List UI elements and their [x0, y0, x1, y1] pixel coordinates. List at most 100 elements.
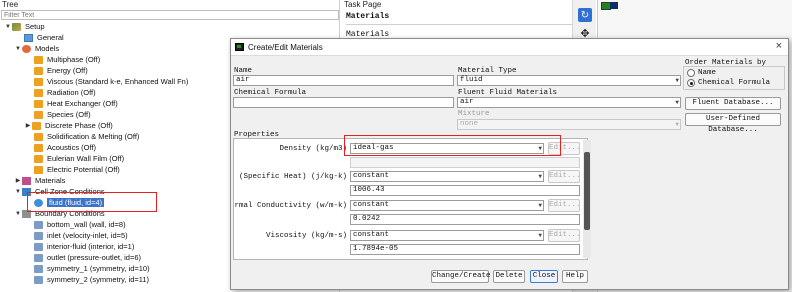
tree-item-model[interactable]: Electric Potential (Off)	[34, 164, 120, 175]
model-icon	[34, 110, 43, 119]
setup-icon	[12, 22, 21, 31]
thermal-conductivity-method-select[interactable]: constant ▼	[350, 200, 544, 211]
model-icon	[34, 165, 43, 174]
radio-icon	[687, 69, 695, 77]
fluent-app-icon	[235, 43, 244, 51]
order-by-chemical-formula-radio[interactable]: Chemical Formula	[687, 79, 770, 87]
cp-value-field[interactable]: 1006.43	[350, 185, 580, 196]
tree-item-model[interactable]: ▶ Discrete Phase (Off)	[24, 120, 113, 131]
tree-item-model[interactable]: Multiphase (Off)	[34, 54, 100, 65]
tree-item-model[interactable]: Solidification & Melting (Off)	[34, 131, 139, 142]
model-icon	[34, 55, 43, 64]
order-by-name-radio[interactable]: Name	[687, 69, 716, 77]
viscosity-value-field[interactable]: 1.7894e-05	[350, 244, 580, 255]
tree-item-boundary[interactable]: outlet (pressure-outlet, id=6)	[34, 252, 141, 263]
model-icon	[34, 77, 43, 86]
fluent-fluid-materials-select[interactable]: air ▼	[457, 97, 681, 108]
thermal-conductivity-edit-button[interactable]: Edit...	[548, 199, 581, 212]
collapse-arrow-icon[interactable]: ▼	[14, 189, 22, 195]
help-button[interactable]: Help	[562, 270, 588, 283]
properties-scrollbar[interactable]	[583, 140, 591, 258]
material-type-label: Material Type	[458, 67, 517, 75]
chemical-formula-label: Chemical Formula	[234, 89, 307, 97]
tree-item-boundary[interactable]: interior-fluid (interior, id=1)	[34, 241, 134, 252]
task-heading: Materials	[346, 12, 390, 21]
collapse-arrow-icon[interactable]: ▼	[14, 46, 22, 52]
dropdown-arrow-icon: ▼	[538, 232, 542, 239]
tree-filter-input[interactable]	[1, 10, 339, 20]
expand-arrow-icon[interactable]: ▶	[14, 177, 22, 184]
boundary-icon	[34, 242, 43, 251]
expand-arrow-icon[interactable]: ▶	[24, 122, 32, 129]
tree-item-model[interactable]: Heat Exchanger (Off)	[34, 98, 118, 109]
tree-item-model[interactable]: Viscous (Standard k-e, Enhanced Wall Fn)	[34, 76, 188, 87]
boundary-icon	[34, 275, 43, 284]
task-divider	[346, 24, 572, 25]
user-defined-database-button[interactable]: User-Defined Database...	[685, 113, 781, 134]
delete-button[interactable]: Delete	[493, 270, 525, 283]
tree-title: Tree	[2, 0, 19, 9]
tree-item-boundary[interactable]: symmetry_2 (symmetry, id=11)	[34, 274, 149, 285]
tree-item-model[interactable]: Eulerian Wall Film (Off)	[34, 153, 124, 164]
density-value-field[interactable]	[350, 157, 580, 168]
cp-edit-button[interactable]: Edit...	[548, 170, 581, 183]
viscosity-method-select[interactable]: constant ▼	[350, 230, 544, 241]
properties-panel[interactable]: Density (kg/m3) ideal-gas ▼ Edit... Cp (S…	[233, 138, 588, 260]
dropdown-arrow-icon: ▼	[675, 77, 679, 84]
material-type-select[interactable]: fluid ▼	[457, 75, 681, 86]
materials-icon	[22, 176, 31, 185]
dropdown-arrow-icon: ▼	[675, 121, 679, 128]
close-button[interactable]: Close	[530, 270, 558, 283]
tree-item-model[interactable]: Acoustics (Off)	[34, 142, 96, 153]
dialog-title: Create/Edit Materials	[248, 43, 323, 52]
property-label-thermal-conductivity: Thermal Conductivity (w/m-k)	[233, 202, 347, 210]
chemical-formula-field[interactable]	[233, 97, 454, 108]
dialog-titlebar[interactable]: Create/Edit Materials ×	[231, 39, 788, 56]
change-create-button[interactable]: Change/Create	[431, 270, 491, 283]
boundary-icon	[34, 253, 43, 262]
boundary-icon	[34, 264, 43, 273]
tree-item-boundary[interactable]: symmetry_1 (symmetry, id=10)	[34, 263, 150, 274]
name-label: Name	[234, 67, 253, 75]
model-icon	[32, 121, 41, 130]
highlight-box-density	[344, 135, 561, 156]
create-edit-materials-dialog: Create/Edit Materials × Name air Chemica…	[230, 38, 789, 290]
model-icon	[34, 66, 43, 75]
mixture-select[interactable]: none ▼	[457, 119, 681, 130]
tree-item-general[interactable]: General	[24, 32, 64, 43]
models-icon	[22, 44, 31, 53]
fluent-fluid-materials-label: Fluent Fluid Materials	[458, 89, 558, 97]
cp-method-select[interactable]: constant ▼	[350, 171, 544, 182]
tree-item-models[interactable]: ▼ Models	[14, 43, 59, 54]
thermal-conductivity-value-field[interactable]: 0.0242	[350, 214, 580, 225]
tree-item-boundary[interactable]: inlet (velocity-inlet, id=5)	[34, 230, 128, 241]
radio-selected-icon	[687, 79, 695, 87]
model-icon	[34, 154, 43, 163]
property-label-density: Density (kg/m3)	[279, 145, 347, 153]
scrollbar-thumb[interactable]	[584, 152, 590, 230]
boundary-icon	[34, 220, 43, 229]
viscosity-edit-button[interactable]: Edit...	[548, 229, 581, 242]
collapse-arrow-icon[interactable]: ▼	[4, 24, 12, 30]
tree-item-model[interactable]: Radiation (Off)	[34, 87, 96, 98]
sync-icon[interactable]: ↻	[578, 8, 592, 22]
tree-item-boundary[interactable]: bottom_wall (wall, id=8)	[34, 219, 126, 230]
mixture-label: Mixture	[458, 110, 490, 118]
general-icon	[24, 33, 33, 42]
tree-item-setup[interactable]: ▼ Setup	[4, 21, 45, 32]
dropdown-arrow-icon: ▼	[538, 173, 542, 180]
tree-item-materials[interactable]: ▶ Materials	[14, 175, 66, 186]
close-icon[interactable]: ×	[776, 40, 782, 52]
collapse-arrow-icon[interactable]: ▼	[14, 211, 22, 217]
model-icon	[34, 88, 43, 97]
graphics-window-icon	[610, 2, 618, 9]
task-page-title: Task Page	[344, 0, 382, 9]
property-label-cp: Cp (Specific Heat) (j/kg-k)	[233, 173, 347, 181]
dropdown-arrow-icon: ▼	[675, 99, 679, 106]
property-label-viscosity: Viscosity (kg/m-s)	[265, 232, 347, 240]
fluent-database-button[interactable]: Fluent Database...	[685, 97, 781, 110]
tree-item-model[interactable]: Energy (Off)	[34, 65, 88, 76]
tree-item-model[interactable]: Species (Off)	[34, 109, 91, 120]
model-icon	[34, 132, 43, 141]
name-field[interactable]: air	[233, 75, 454, 86]
